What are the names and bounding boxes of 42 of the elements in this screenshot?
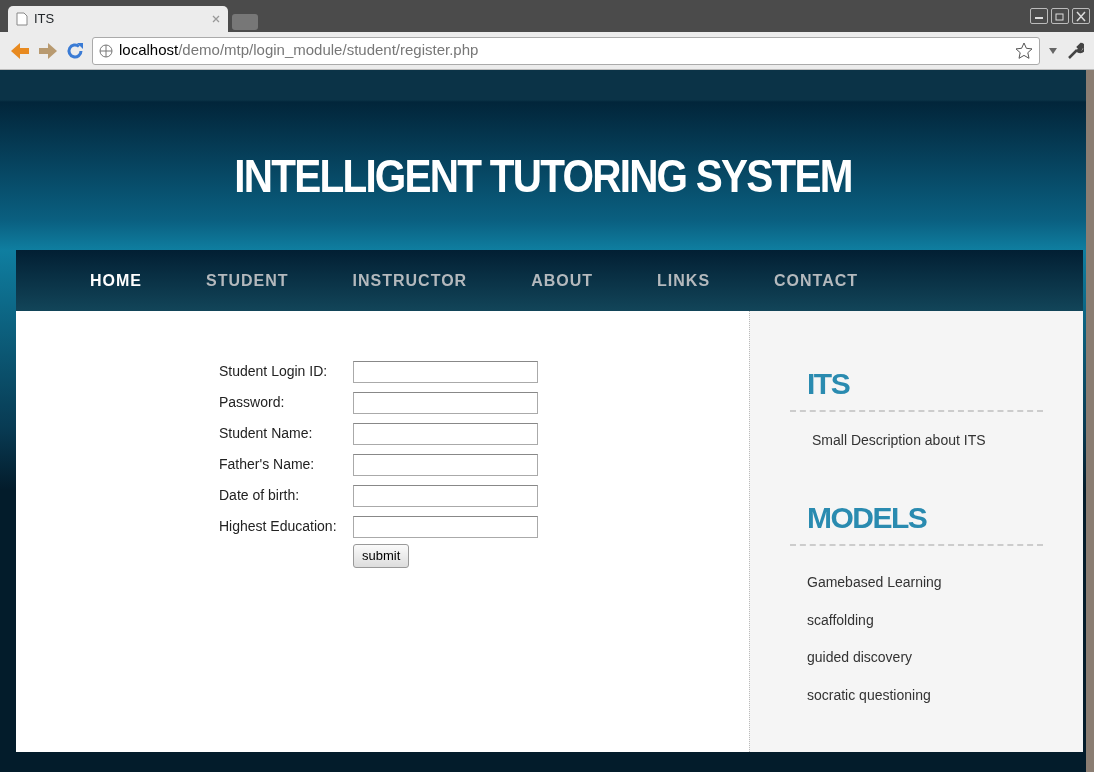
submit-button[interactable]: submit xyxy=(353,544,410,568)
tab-title: ITS xyxy=(34,10,56,29)
input-field[interactable] xyxy=(353,360,538,383)
browser-tab[interactable]: ITS xyxy=(8,6,228,32)
field-label: Father's Name: xyxy=(219,455,316,474)
field-label: Password: xyxy=(219,393,286,412)
nav-link[interactable]: STUDENT xyxy=(174,268,321,293)
star-icon[interactable] xyxy=(1015,41,1033,60)
field-label: Highest Education: xyxy=(219,517,338,536)
sidebar-heading: MODELS xyxy=(790,495,1043,546)
input-field[interactable] xyxy=(353,453,538,476)
sidebar-link[interactable]: Gamebased Learning xyxy=(790,564,1043,602)
globe-icon xyxy=(99,43,113,58)
forward-arrow-icon[interactable] xyxy=(38,41,58,60)
nav-link[interactable]: ABOUT xyxy=(499,268,626,293)
nav-link[interactable]: HOME xyxy=(58,268,174,293)
sidebar-description: Small Description about ITS xyxy=(811,431,987,450)
url-text: localhost/demo/mtp/login_module/student/register.php xyxy=(119,40,480,61)
scrollbar[interactable] xyxy=(1086,70,1094,772)
input-field[interactable] xyxy=(353,484,538,507)
reload-icon[interactable] xyxy=(66,41,84,60)
page-icon xyxy=(16,12,28,26)
sidebar-link[interactable]: scaffolding xyxy=(790,601,1043,639)
sidebar-link[interactable]: guided discovery xyxy=(790,639,1043,677)
input-field[interactable] xyxy=(353,422,538,445)
nav-link[interactable]: INSTRUCTOR xyxy=(320,268,500,293)
sidebar-link[interactable]: socratic questioning xyxy=(790,676,1043,714)
wrench-icon[interactable] xyxy=(1066,41,1084,60)
field-label: Student Login ID: xyxy=(219,362,329,381)
address-bar[interactable]: localhost/demo/mtp/login_module/student/register.php xyxy=(92,36,1040,65)
sidebar-heading: ITS xyxy=(790,361,1043,412)
field-label: Student Name: xyxy=(219,424,314,443)
close-icon[interactable] xyxy=(1074,10,1088,22)
field-label: Date of birth: xyxy=(219,486,301,505)
nav-link[interactable]: LINKS xyxy=(625,268,743,293)
site-title: INTELLIGENT TUTORING SYSTEM xyxy=(233,148,853,204)
restore-icon[interactable] xyxy=(1053,10,1067,22)
nav-link[interactable]: CONTACT xyxy=(742,268,891,293)
dropdown-caret-icon[interactable] xyxy=(1048,46,1058,55)
back-arrow-icon[interactable] xyxy=(10,41,30,60)
input-field[interactable] xyxy=(353,515,538,538)
input-field[interactable] xyxy=(353,391,538,414)
